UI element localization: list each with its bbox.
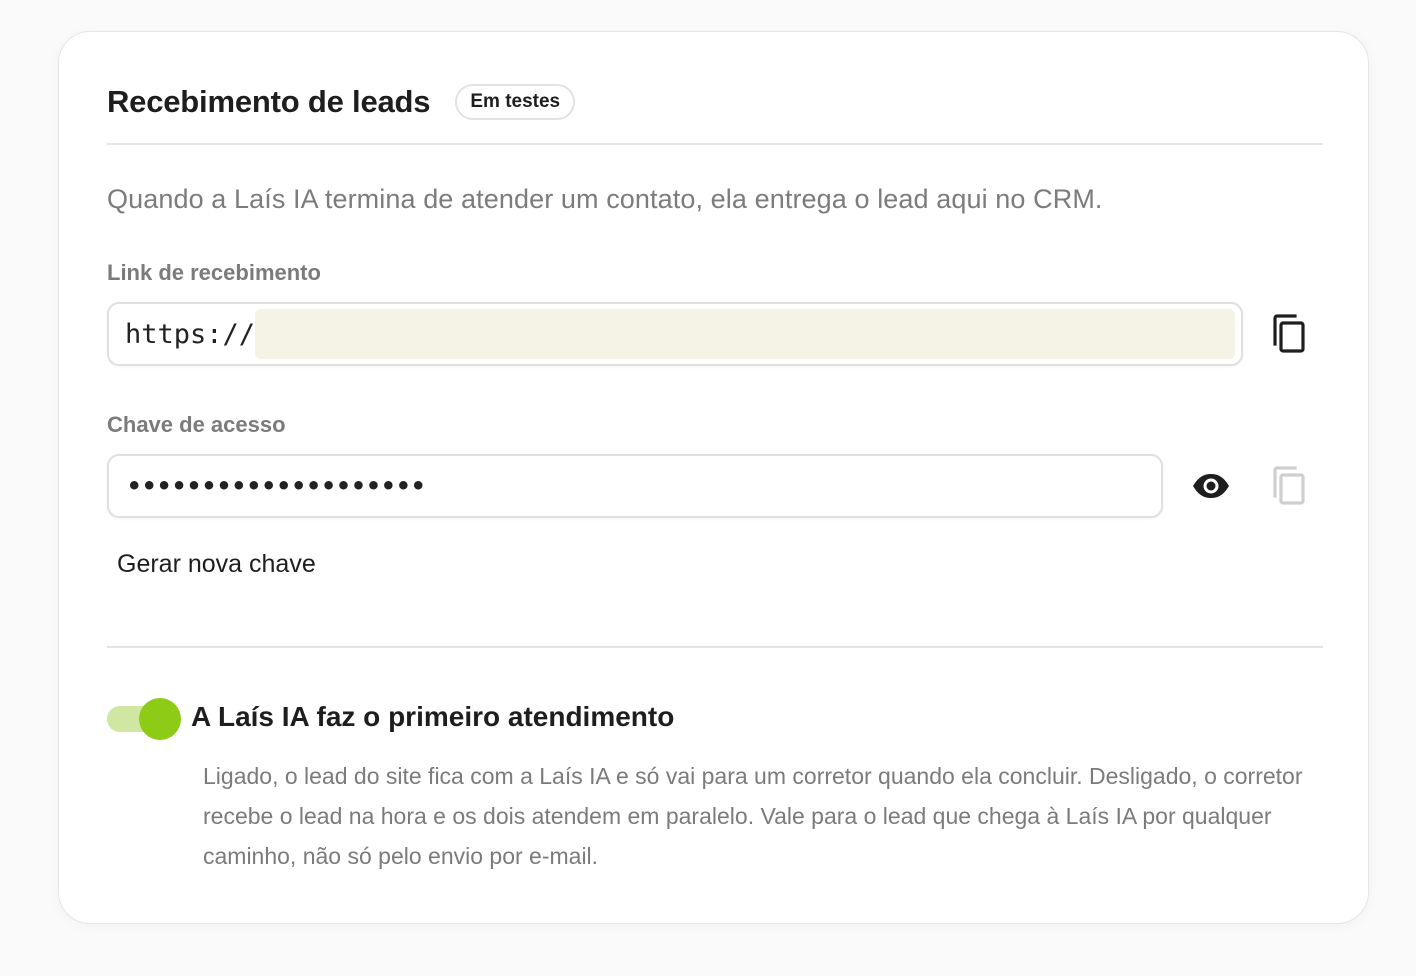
toggle-title: A Laís IA faz o primeiro atendimento: [191, 701, 675, 732]
lead-reception-card: Recebimento de leads Em testes Quando a …: [58, 31, 1369, 924]
key-field-label: Chave de acesso: [107, 412, 286, 437]
ai-first-response-toggle[interactable]: [107, 698, 181, 740]
access-key-masked-value: ••••••••••••••••••••: [127, 472, 426, 500]
toggle-description: Ligado, o lead do site fica com a Laís I…: [203, 763, 1303, 869]
show-key-button[interactable]: [1187, 462, 1235, 510]
section-title: Recebimento de leads: [107, 84, 431, 119]
copy-icon: [1273, 314, 1305, 353]
link-field-label: Link de recebimento: [107, 260, 321, 285]
card-header: Recebimento de leads Em testes: [107, 84, 576, 120]
copy-link-button[interactable]: [1265, 310, 1313, 358]
status-badge: Em testes: [455, 84, 576, 120]
toggle-knob: [139, 698, 181, 740]
section-description: Quando a Laís IA termina de atender um c…: [107, 184, 1103, 214]
copy-icon: [1273, 466, 1305, 505]
section-divider: [107, 646, 1323, 648]
generate-new-key-button[interactable]: Gerar nova chave: [117, 550, 316, 579]
header-divider: [107, 143, 1323, 145]
eye-icon: [1193, 474, 1229, 498]
receiving-link-field[interactable]: https://: [107, 302, 1243, 366]
receiving-link-value: https://: [125, 318, 256, 350]
redacted-url-area: [255, 309, 1235, 359]
copy-key-button[interactable]: [1265, 462, 1313, 510]
access-key-field[interactable]: ••••••••••••••••••••: [107, 454, 1163, 518]
